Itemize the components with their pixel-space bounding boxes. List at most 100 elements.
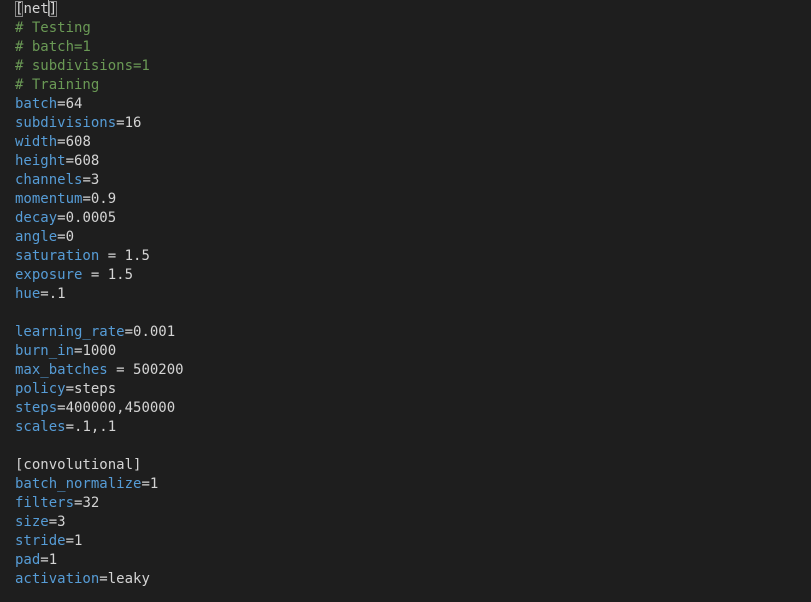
config-value: 400000,450000 [65, 400, 176, 416]
code-line[interactable]: [net] [0, 0, 811, 19]
config-key: size [15, 514, 49, 530]
config-key: width [15, 134, 58, 150]
config-value: 608 [65, 134, 91, 150]
equals-sign: = [99, 248, 125, 264]
config-key: batch [15, 96, 58, 112]
config-value: leaky [107, 571, 150, 587]
config-key: max_batches [15, 362, 108, 378]
code-line[interactable]: exposure = 1.5 [0, 266, 811, 285]
code-line[interactable]: height=608 [0, 152, 811, 171]
code-line[interactable]: scales=.1,.1 [0, 418, 811, 437]
config-key: stride [15, 533, 66, 549]
equals-sign: = [99, 571, 108, 587]
config-value: 3 [57, 514, 66, 530]
code-line[interactable]: burn_in=1000 [0, 342, 811, 361]
code-line[interactable]: max_batches = 500200 [0, 361, 811, 380]
config-value: 500200 [133, 362, 184, 378]
config-key: pad [15, 552, 41, 568]
equals-sign: = [82, 267, 108, 283]
equals-sign: = [40, 286, 49, 302]
config-key: saturation [15, 248, 100, 264]
blank-line[interactable] [0, 304, 811, 323]
config-value: 0.9 [90, 191, 117, 207]
config-key: steps [15, 400, 58, 416]
config-value: .1,.1 [74, 419, 117, 435]
config-value: 1.5 [107, 267, 134, 283]
config-value: 0.0005 [65, 210, 117, 226]
equals-sign: = [65, 153, 75, 169]
config-key: subdivisions [15, 115, 117, 131]
comment-text: # Testing [15, 20, 91, 36]
code-line[interactable]: [convolutional] [0, 456, 811, 475]
code-line[interactable]: subdivisions=16 [0, 114, 811, 133]
config-key: hue [15, 286, 41, 302]
section-header: net [23, 1, 49, 17]
code-line[interactable]: # Testing [0, 19, 811, 38]
equals-sign: = [141, 476, 150, 492]
config-key: burn_in [15, 343, 75, 359]
config-value: 0 [65, 229, 75, 245]
code-line[interactable]: # batch=1 [0, 38, 811, 57]
equals-sign: = [82, 172, 91, 188]
config-value: 1 [149, 476, 159, 492]
code-line[interactable]: channels=3 [0, 171, 811, 190]
config-key: policy [15, 381, 66, 397]
code-line[interactable]: # subdivisions=1 [0, 57, 811, 76]
config-key: exposure [15, 267, 83, 283]
code-line[interactable]: batch=64 [0, 95, 811, 114]
config-value: 64 [65, 96, 83, 112]
config-key: scales [15, 419, 66, 435]
code-line[interactable]: filters=32 [0, 494, 811, 513]
config-key: decay [15, 210, 58, 226]
config-value: .1 [48, 286, 66, 302]
code-line[interactable]: policy=steps [0, 380, 811, 399]
code-line[interactable]: hue=.1 [0, 285, 811, 304]
comment-text: # batch=1 [15, 39, 91, 55]
code-line[interactable]: momentum=0.9 [0, 190, 811, 209]
code-line[interactable]: batch_normalize=1 [0, 475, 811, 494]
equals-sign: = [57, 229, 66, 245]
equals-sign: = [57, 210, 66, 226]
code-line[interactable]: size=3 [0, 513, 811, 532]
code-line[interactable]: width=608 [0, 133, 811, 152]
equals-sign: = [48, 514, 58, 530]
equals-sign: = [57, 96, 66, 112]
equals-sign: = [65, 533, 75, 549]
code-line[interactable]: # Training [0, 76, 811, 95]
code-line[interactable]: steps=400000,450000 [0, 399, 811, 418]
config-value: 0.001 [133, 324, 176, 340]
config-key: activation [15, 571, 100, 587]
equals-sign: = [124, 324, 134, 340]
code-editor[interactable]: [net] # Testing # batch=1 # subdivisions=1 #… [0, 0, 811, 602]
config-value: 1 [48, 552, 58, 568]
blank-line[interactable] [0, 437, 811, 456]
equals-sign: = [40, 552, 49, 568]
code-line[interactable]: activation=leaky [0, 570, 811, 589]
code-line[interactable]: angle=0 [0, 228, 811, 247]
code-line[interactable]: decay=0.0005 [0, 209, 811, 228]
equals-sign: = [82, 191, 91, 207]
config-key: learning_rate [15, 324, 125, 340]
config-key: batch_normalize [15, 476, 142, 492]
code-line[interactable]: learning_rate=0.001 [0, 323, 811, 342]
config-value: 1 [74, 533, 83, 549]
code-line[interactable]: stride=1 [0, 532, 811, 551]
equals-sign: = [57, 134, 66, 150]
config-value: 3 [90, 172, 100, 188]
section-close-bracket: ] [48, 1, 58, 17]
config-value: 1.5 [124, 248, 150, 264]
config-key: momentum [15, 191, 83, 207]
comment-text: # subdivisions=1 [15, 58, 150, 74]
config-key: filters [15, 495, 75, 511]
config-value: steps [74, 381, 117, 397]
equals-sign: = [65, 419, 75, 435]
config-key: height [15, 153, 66, 169]
equals-sign: = [65, 381, 75, 397]
code-line[interactable]: pad=1 [0, 551, 811, 570]
comment-text: # Training [15, 77, 100, 93]
code-line[interactable]: saturation = 1.5 [0, 247, 811, 266]
config-key: angle [15, 229, 58, 245]
config-value: 1000 [82, 343, 117, 359]
equals-sign: = [107, 362, 134, 378]
config-value: 32 [82, 495, 100, 511]
